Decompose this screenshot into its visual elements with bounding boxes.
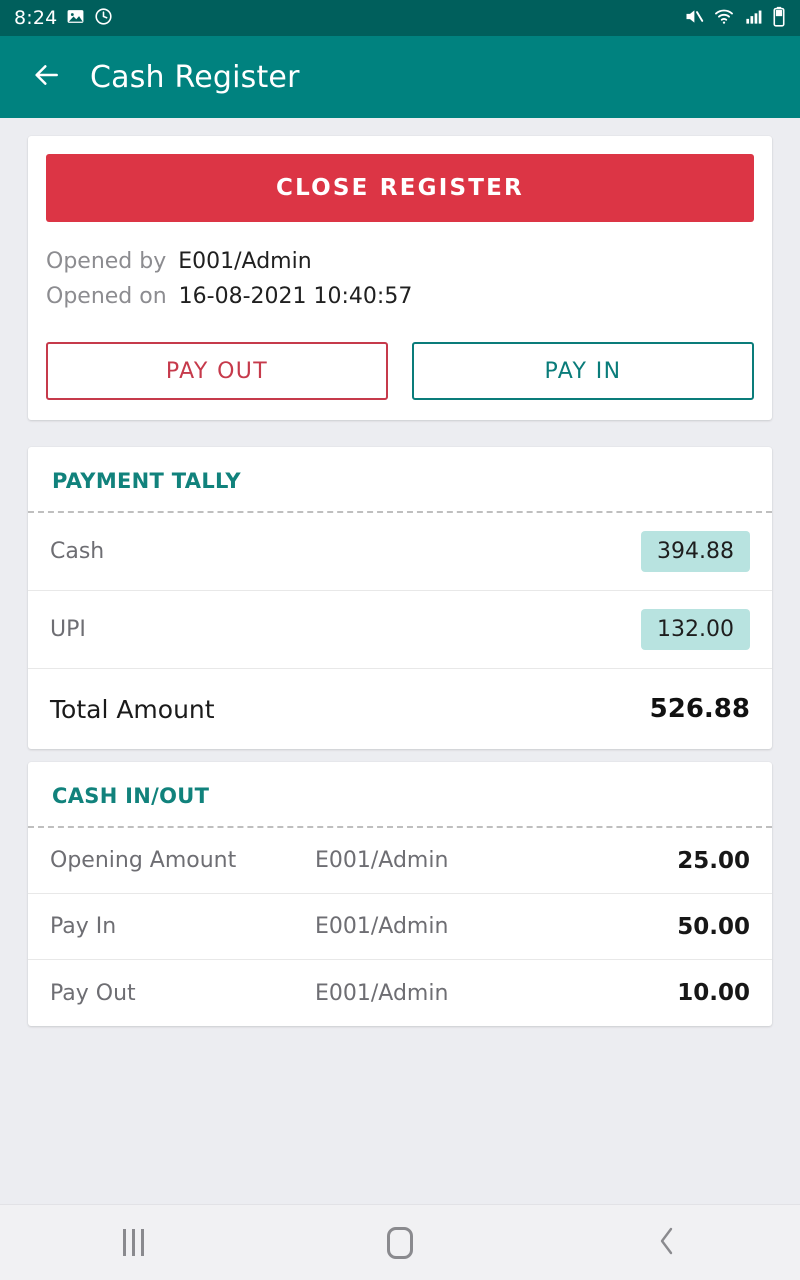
volume-mute-icon [683, 6, 704, 31]
cash-row-user: E001/Admin [315, 914, 449, 939]
payment-tally-row-label: Cash [50, 539, 105, 564]
pay-in-button[interactable]: PAY IN [412, 342, 754, 400]
status-bar: 8:24 [0, 0, 800, 36]
pay-buttons-group: PAY OUT PAY IN [46, 342, 754, 400]
cellular-signal-icon [744, 7, 763, 30]
system-navigation-bar [0, 1204, 800, 1280]
cash-in-out-title: CASH IN/OUT [52, 784, 210, 808]
back-nav-button[interactable] [612, 1215, 722, 1271]
payment-tally-card: PAYMENT TALLY Cash 394.88 UPI 132.00 Tot… [28, 447, 772, 749]
page-title: Cash Register [90, 59, 300, 95]
cash-row-amount: 10.00 [677, 980, 750, 1006]
table-row: Opening Amount E001/Admin 25.00 [28, 828, 772, 894]
page-content: CLOSE REGISTER Opened by E001/Admin Open… [0, 118, 800, 1204]
home-icon [386, 1226, 413, 1259]
total-amount-row: Total Amount 526.88 [28, 669, 772, 749]
wifi-icon [713, 6, 735, 31]
table-row: Cash 394.88 [28, 513, 772, 591]
status-bar-right [683, 6, 786, 31]
payment-tally-row-label: UPI [50, 617, 86, 642]
recents-button[interactable] [78, 1215, 188, 1271]
cash-row-amount: 25.00 [677, 847, 750, 874]
table-row: Pay Out E001/Admin 10.00 [28, 960, 772, 1026]
pay-out-button[interactable]: PAY OUT [46, 342, 388, 400]
total-amount-label: Total Amount [50, 694, 215, 724]
close-register-button[interactable]: CLOSE REGISTER [46, 154, 754, 222]
payment-tally-row-amount: 132.00 [641, 609, 750, 650]
back-button[interactable] [24, 55, 68, 99]
cash-in-out-card: CASH IN/OUT Opening Amount E001/Admin 25… [28, 762, 772, 1026]
home-button[interactable] [345, 1215, 455, 1271]
cash-row-label: Pay Out [50, 980, 136, 1006]
register-meta: Opened by E001/Admin Opened on 16-08-202… [46, 244, 754, 314]
image-icon [66, 7, 85, 30]
payment-tally-row-amount: 394.88 [641, 531, 750, 572]
battery-icon [772, 6, 786, 31]
opened-by-row: Opened by E001/Admin [46, 244, 754, 279]
app-bar: Cash Register [0, 36, 800, 118]
cash-row-label: Pay In [50, 914, 117, 939]
recents-icon [122, 1229, 144, 1256]
table-row: Pay In E001/Admin 50.00 [28, 894, 772, 960]
cash-row-amount: 50.00 [677, 913, 750, 940]
phone-screen: 8:24 Cash Register CLOSE REGISTER Opened… [0, 0, 800, 1280]
register-card: CLOSE REGISTER Opened by E001/Admin Open… [28, 136, 772, 420]
opened-on-label: Opened on [46, 284, 167, 309]
opened-by-value: E001/Admin [178, 249, 312, 274]
alarm-icon [94, 7, 113, 30]
cash-row-user: E001/Admin [315, 980, 449, 1006]
opened-on-row: Opened on 16-08-2021 10:40:57 [46, 279, 754, 314]
opened-by-label: Opened by [46, 249, 167, 274]
cash-row-label: Opening Amount [50, 848, 237, 873]
total-amount-value: 526.88 [649, 694, 750, 724]
back-chevron-icon [654, 1225, 680, 1261]
opened-on-value: 16-08-2021 10:40:57 [178, 284, 413, 309]
payment-tally-title: PAYMENT TALLY [52, 469, 241, 493]
table-row: UPI 132.00 [28, 591, 772, 669]
status-bar-left: 8:24 [14, 7, 113, 30]
arrow-left-icon [30, 59, 62, 95]
cash-row-user: E001/Admin [315, 848, 449, 873]
status-bar-clock: 8:24 [14, 7, 58, 29]
